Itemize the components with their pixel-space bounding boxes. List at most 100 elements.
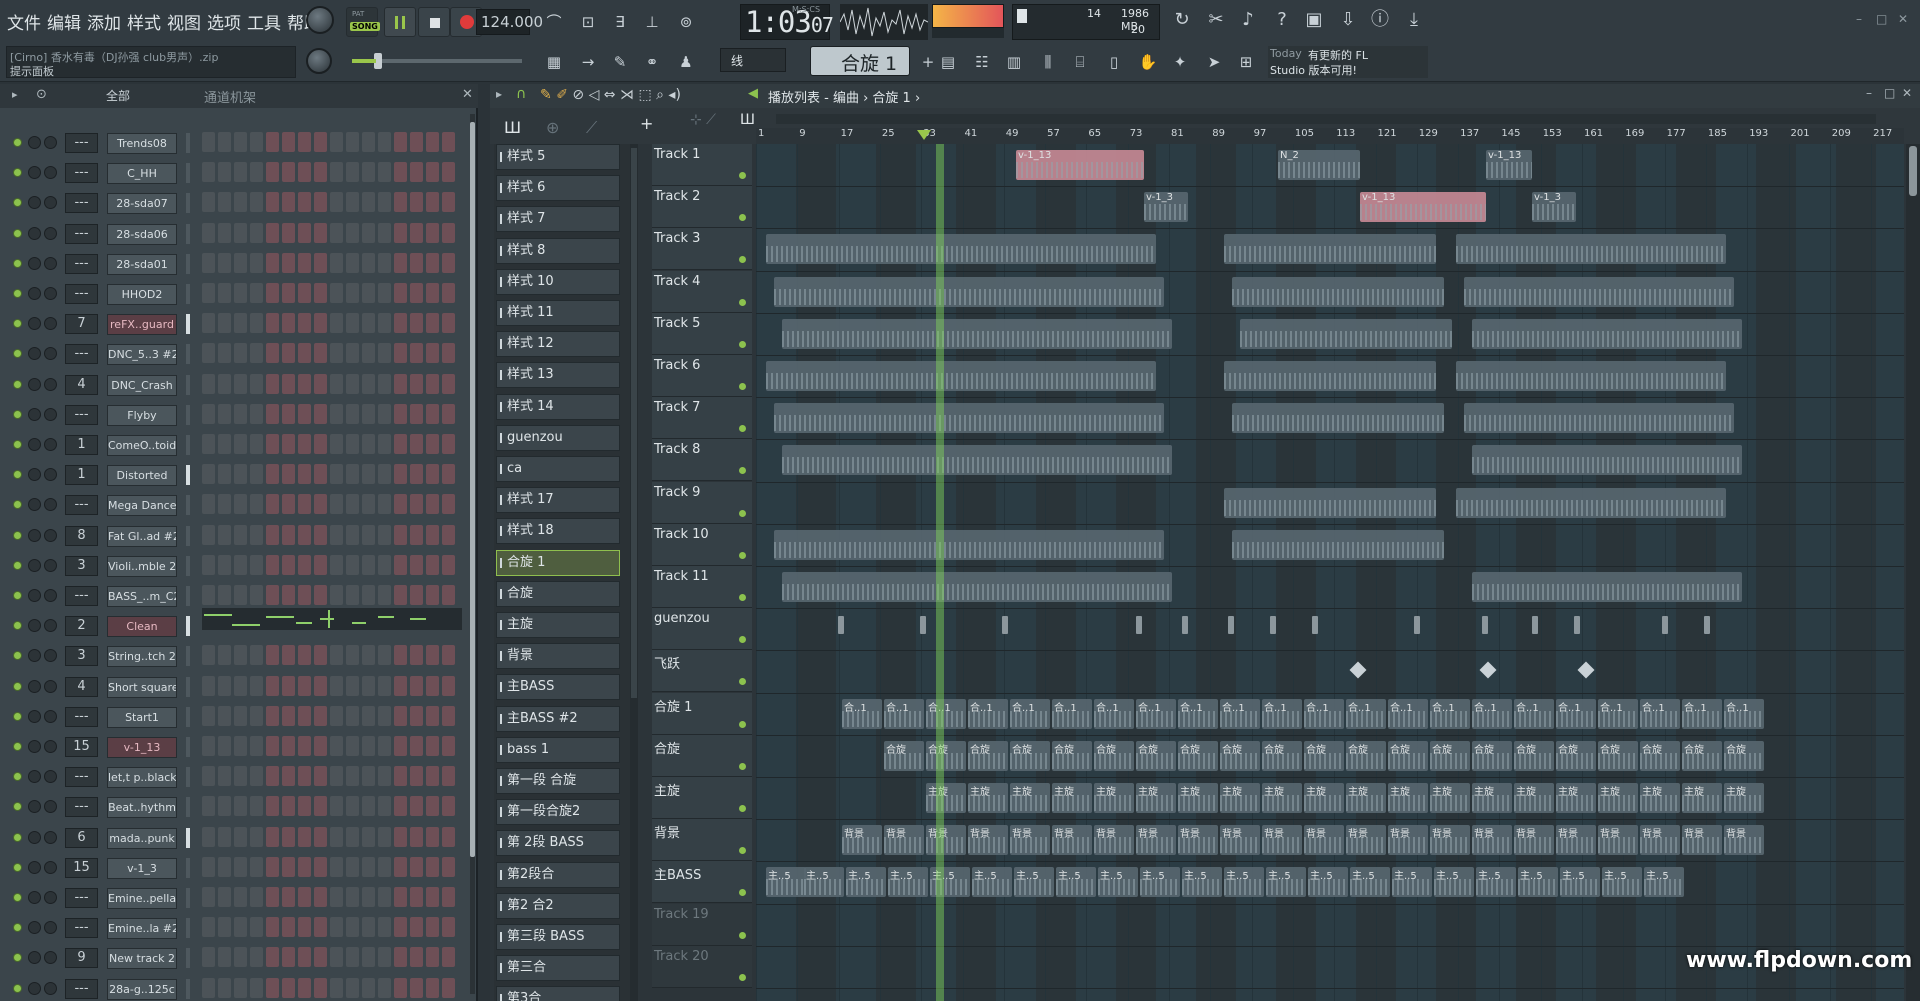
channel-select-indicator[interactable] — [186, 918, 190, 939]
step-button[interactable] — [330, 585, 343, 605]
minimize-icon[interactable]: – — [1856, 12, 1862, 26]
step-button[interactable] — [426, 705, 439, 726]
channel-select-indicator[interactable] — [186, 706, 190, 727]
stop-button[interactable] — [418, 7, 450, 37]
step-button[interactable] — [442, 132, 455, 152]
step-button[interactable] — [314, 977, 327, 998]
playlist-clip[interactable]: 合旋 — [1094, 740, 1134, 771]
playlist-clip[interactable]: 主..5 — [1560, 867, 1600, 898]
step-button[interactable] — [202, 705, 215, 726]
playlist-clip[interactable]: 主旋 — [1178, 783, 1218, 813]
mixer-track-number[interactable]: 1 — [65, 465, 98, 486]
mixer-track-number[interactable]: 2 — [65, 616, 98, 637]
tempo-tapper-icon[interactable]: ✦ — [1166, 48, 1194, 76]
channel-volume-knob[interactable] — [44, 136, 57, 149]
playlist-clip[interactable]: 主旋 — [1094, 783, 1134, 813]
step-button[interactable] — [266, 675, 279, 696]
step-button[interactable] — [362, 403, 375, 424]
step-button[interactable] — [426, 645, 439, 666]
menu-patterns[interactable]: 样式 — [124, 6, 164, 36]
step-button[interactable] — [410, 283, 423, 303]
playlist-clip[interactable]: 主旋 — [1346, 783, 1386, 813]
step-button[interactable] — [282, 887, 295, 907]
step-button[interactable] — [346, 252, 359, 273]
step-button[interactable] — [218, 826, 231, 847]
step-button[interactable] — [202, 524, 215, 545]
channel-led[interactable] — [13, 862, 22, 872]
step-button[interactable] — [202, 736, 215, 756]
playlist-clip[interactable]: 主旋 — [1220, 783, 1260, 813]
channel-name-button[interactable]: Clean — [107, 616, 177, 638]
step-button[interactable] — [298, 887, 311, 907]
step-button[interactable] — [234, 373, 247, 394]
step-button[interactable] — [378, 313, 391, 334]
step-button[interactable] — [234, 554, 247, 575]
playlist-clip[interactable]: 背景 — [1430, 825, 1470, 856]
step-button[interactable] — [266, 524, 279, 545]
channel-volume-knob[interactable] — [44, 317, 57, 331]
channel-pan-knob[interactable] — [28, 800, 41, 814]
step-button[interactable] — [410, 766, 423, 787]
step-button[interactable] — [250, 283, 263, 303]
playlist-clip[interactable]: 背景 — [1178, 825, 1218, 856]
playlist-clip[interactable]: 主..5 — [1014, 867, 1054, 898]
step-button[interactable] — [410, 494, 423, 515]
step-button[interactable] — [394, 434, 407, 454]
channel-rack-icon[interactable]: ▥ — [1000, 48, 1028, 76]
step-button[interactable] — [298, 947, 311, 968]
playlist-clip[interactable]: 合旋 — [968, 740, 1008, 771]
step-button[interactable] — [266, 736, 279, 756]
playlist-clip[interactable] — [774, 403, 1164, 434]
channel-name-button[interactable]: Violi..mble 2 — [107, 555, 177, 577]
step-button[interactable] — [442, 796, 455, 817]
step-button[interactable] — [266, 645, 279, 666]
step-button[interactable] — [378, 524, 391, 545]
playlist-clip[interactable]: 合旋 — [1556, 740, 1596, 771]
playlist-clip[interactable]: 主..5 — [1056, 867, 1096, 898]
pattern-item[interactable]: 第3合 — [496, 986, 620, 1001]
step-button[interactable] — [282, 222, 295, 243]
step-button[interactable] — [442, 222, 455, 243]
step-button[interactable] — [298, 403, 311, 424]
step-button[interactable] — [394, 343, 407, 364]
step-button[interactable] — [298, 222, 311, 243]
step-button[interactable] — [378, 554, 391, 575]
step-button[interactable] — [282, 585, 295, 605]
track-header[interactable]: 合旋 1 — [652, 692, 752, 735]
overview-bar[interactable] — [776, 114, 1876, 124]
step-button[interactable] — [314, 494, 327, 515]
step-button[interactable] — [378, 162, 391, 183]
step-button[interactable] — [346, 192, 359, 213]
step-button[interactable] — [394, 736, 407, 756]
step-button[interactable] — [250, 373, 263, 394]
playlist-clip[interactable]: 合..1 — [1262, 698, 1302, 729]
rack-swing-icon[interactable]: ⊙ — [36, 87, 47, 102]
step-button[interactable] — [410, 252, 423, 273]
step-button[interactable] — [218, 554, 231, 575]
channel-select-indicator[interactable] — [186, 737, 190, 757]
channel-volume-knob[interactable] — [44, 377, 57, 391]
step-button[interactable] — [330, 887, 343, 907]
playlist-clip[interactable]: 合..1 — [1640, 698, 1680, 729]
step-button[interactable] — [218, 434, 231, 454]
step-button[interactable] — [298, 192, 311, 213]
pattern-item[interactable]: ca — [496, 456, 620, 482]
step-button[interactable] — [266, 252, 279, 273]
playlist-clip[interactable]: 背景 — [926, 825, 966, 856]
step-button[interactable] — [218, 917, 231, 938]
step-button[interactable] — [202, 222, 215, 243]
step-button[interactable] — [282, 675, 295, 696]
pattern-item[interactable]: 样式 18 — [496, 518, 620, 545]
step-button[interactable] — [298, 856, 311, 877]
mixer-track-number[interactable]: --- — [65, 706, 98, 727]
step-button[interactable] — [218, 403, 231, 424]
pattern-item[interactable]: 合旋 — [496, 580, 620, 607]
step-button[interactable] — [330, 917, 343, 938]
playlist-clip[interactable]: 背景 — [1598, 825, 1638, 856]
playlist-clip[interactable]: 背景 — [968, 825, 1008, 856]
track-header[interactable]: Track 2 — [652, 186, 752, 229]
channel-pan-knob[interactable] — [28, 377, 41, 391]
playlist-clip[interactable]: 主旋 — [1472, 783, 1512, 813]
pattern-item[interactable]: 第一段 合旋 — [496, 768, 620, 794]
step-button[interactable] — [266, 947, 279, 968]
